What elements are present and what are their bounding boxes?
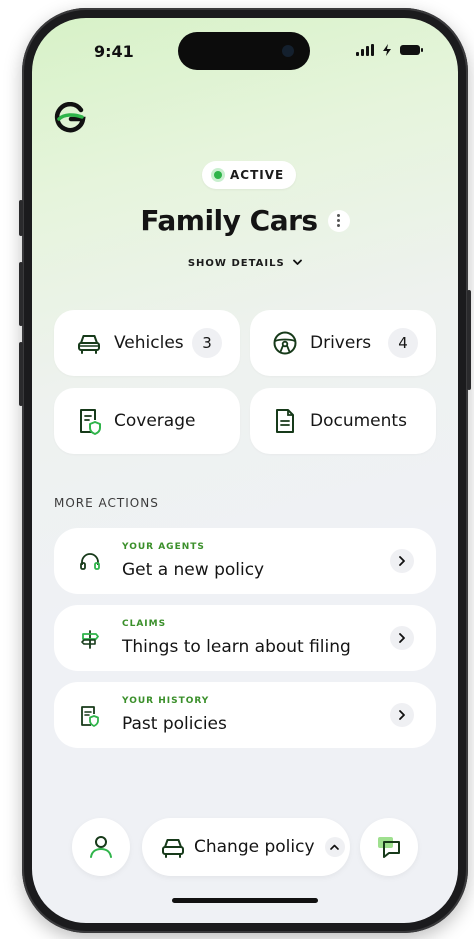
user-icon — [90, 836, 112, 858]
dynamic-island — [178, 32, 310, 70]
coverage-label: Coverage — [114, 411, 196, 431]
brand-logo-icon — [54, 102, 86, 133]
phone-side-button-volume-down — [19, 342, 23, 406]
battery-icon — [400, 45, 423, 55]
change-policy-button[interactable]: Change policy — [142, 818, 350, 876]
drivers-label: Drivers — [310, 333, 372, 353]
active-dot-icon — [214, 171, 222, 179]
home-indicator[interactable] — [172, 898, 318, 903]
status-badge: ACTIVE — [202, 161, 297, 189]
chat-icon — [378, 837, 400, 858]
more-actions-heading: MORE ACTIONS — [54, 496, 159, 510]
show-details-toggle[interactable]: SHOW DETAILS — [32, 258, 458, 269]
show-details-label: SHOW DETAILS — [187, 258, 285, 269]
bottom-bar: Change policy — [32, 818, 458, 878]
status-time: 9:41 — [94, 42, 134, 61]
signpost-icon — [81, 630, 99, 649]
action-label: Get a new policy — [122, 560, 265, 580]
action-get-new-policy[interactable]: YOUR AGENTS Get a new policy — [54, 528, 436, 594]
chevron-right-icon — [390, 703, 414, 727]
coverage-document-icon — [80, 409, 101, 435]
documents-label: Documents — [310, 411, 407, 431]
document-icon — [276, 409, 294, 433]
chevron-down-icon — [293, 259, 303, 265]
documents-card[interactable]: Documents — [250, 388, 436, 454]
car-icon — [162, 839, 184, 858]
status-icons — [356, 44, 423, 56]
action-kicker: CLAIMS — [122, 619, 167, 629]
phone-side-button-volume-up — [19, 262, 23, 326]
action-kicker: YOUR HISTORY — [122, 696, 210, 706]
action-claims-learn[interactable]: CLAIMS Things to learn about filing — [54, 605, 436, 671]
vehicles-card[interactable]: Vehicles 3 — [54, 310, 240, 376]
action-past-policies[interactable]: YOUR HISTORY Past policies — [54, 682, 436, 748]
chevron-right-icon — [390, 549, 414, 573]
action-label: Things to learn about filing — [122, 637, 351, 657]
document-shield-icon — [81, 706, 99, 727]
camera-icon — [282, 45, 294, 57]
policy-title: Family Cars — [140, 204, 318, 237]
vehicles-label: Vehicles — [114, 333, 184, 353]
more-options-icon[interactable] — [327, 209, 350, 232]
action-kicker: YOUR AGENTS — [122, 542, 205, 552]
chevron-right-icon — [390, 626, 414, 650]
status-badge-label: ACTIVE — [230, 168, 285, 182]
coverage-card[interactable]: Coverage — [54, 388, 240, 454]
chevron-up-icon — [324, 837, 345, 857]
car-icon — [78, 335, 100, 354]
change-policy-label: Change policy — [194, 837, 315, 857]
vehicles-count: 3 — [192, 328, 222, 358]
action-label: Past policies — [122, 714, 227, 734]
drivers-card[interactable]: Drivers 4 — [250, 310, 436, 376]
policy-title-row: Family Cars — [32, 204, 458, 237]
headset-icon — [80, 553, 100, 570]
phone-side-button-power — [467, 290, 471, 390]
signal-icon — [356, 44, 374, 56]
phone-side-button-silent — [19, 200, 23, 236]
steering-wheel-icon — [273, 331, 297, 355]
profile-button[interactable] — [72, 818, 130, 876]
app-screen: 9:41 ACTIVE Family Cars SHOW DETAILS Veh… — [32, 18, 458, 923]
chat-button[interactable] — [360, 818, 418, 876]
charging-bolt-icon — [383, 44, 391, 56]
drivers-count: 4 — [388, 328, 418, 358]
